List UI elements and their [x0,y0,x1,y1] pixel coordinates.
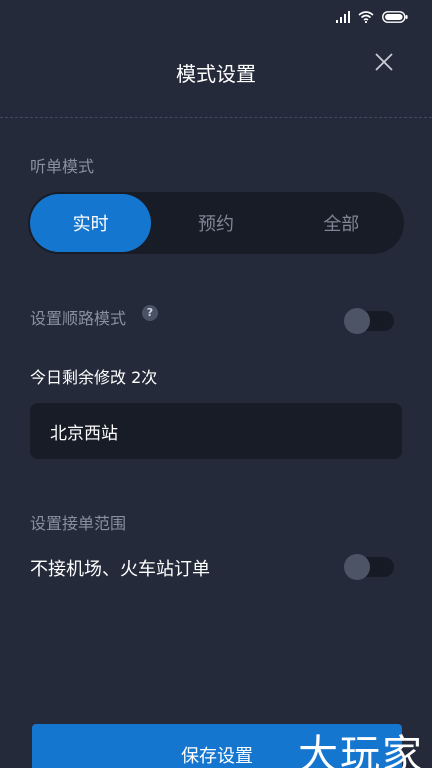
watermark-logo: 大玩家 [298,732,424,768]
toggle-knob [344,308,370,334]
segment-all[interactable]: 全部 [281,194,402,252]
header-divider [0,117,432,118]
exclude-airport-station-toggle[interactable] [344,554,394,580]
listen-mode-label: 听单模式 [30,157,95,176]
toggle-knob [344,554,370,580]
status-bar [0,0,432,36]
status-icons [336,11,408,23]
close-button[interactable] [372,50,396,74]
route-mode-label: 设置顺路模式 [30,309,127,328]
exclude-airport-station-label: 不接机场、火车站订单 [30,559,210,580]
wifi-icon [358,11,374,23]
signal-icon [336,11,350,23]
segment-realtime[interactable]: 实时 [30,194,152,252]
battery-icon [382,11,408,23]
header: 模式设置 [0,36,432,110]
segment-reservation[interactable]: 预约 [155,194,276,252]
page-title: 模式设置 [176,62,256,86]
destination-station-field[interactable]: 北京西站 [30,403,402,459]
station-value: 北京西站 [50,423,118,444]
listen-mode-segmented-control: 实时 预约 全部 [28,192,404,254]
close-icon [375,53,393,71]
order-range-label: 设置接单范围 [30,514,127,533]
route-mode-toggle[interactable] [344,308,394,334]
remaining-changes-text: 今日剩余修改 2次 [30,368,158,387]
help-icon[interactable]: ? [142,305,158,321]
